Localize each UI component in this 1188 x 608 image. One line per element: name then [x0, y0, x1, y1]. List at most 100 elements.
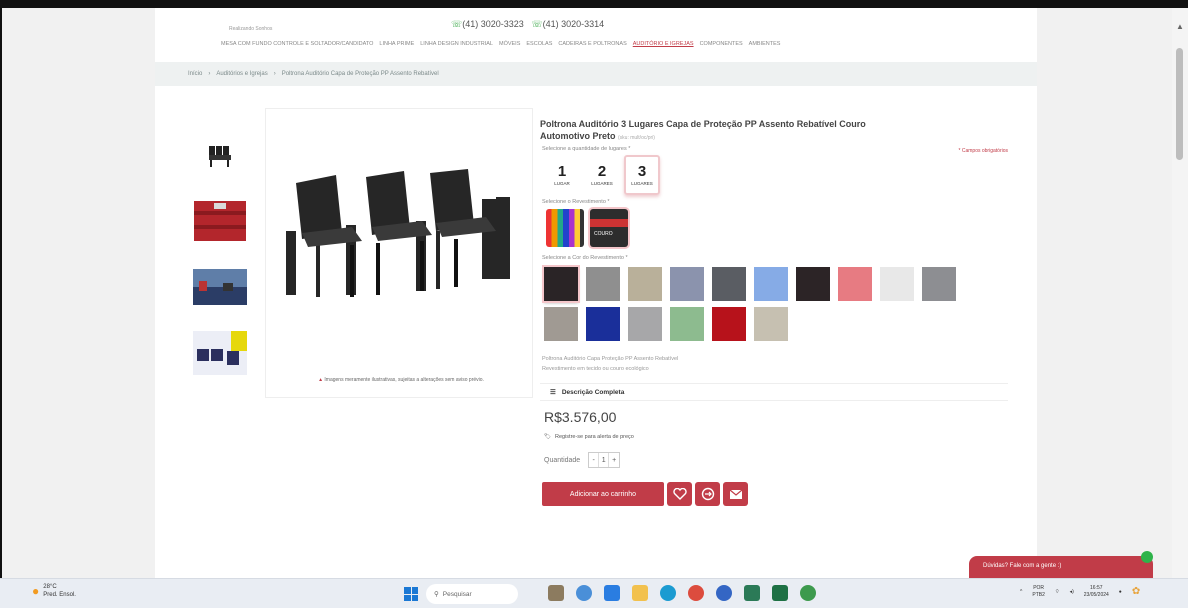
wishlist-button[interactable]	[667, 482, 692, 507]
quantity-input[interactable]: 1	[599, 453, 610, 468]
product-info: Poltrona Auditório 3 Lugares Capa de Pro…	[540, 118, 1008, 507]
color-swatch[interactable]	[586, 267, 620, 302]
calculator-app-icon[interactable]	[744, 585, 760, 601]
weather-sun-icon: ●	[32, 584, 40, 598]
seat-option[interactable]: 1 LUGAR	[544, 155, 580, 195]
color-swatch[interactable]	[670, 307, 704, 342]
thumbnail-yellow-chairs[interactable]	[191, 324, 249, 382]
color-swatch[interactable]	[670, 267, 704, 302]
explorer-app-icon[interactable]	[604, 585, 620, 601]
three-seat-chair-image	[286, 169, 510, 297]
thumbnail-red-auditorium[interactable]	[191, 192, 249, 250]
add-to-cart-button[interactable]: Adicionar ao carrinho	[542, 482, 664, 507]
site-header: Realizando Sonhos ☏(41) 3020-3323 ☏(41) …	[155, 8, 1037, 62]
nav-item[interactable]: LINHA DESIGN INDUSTRIAL	[420, 41, 493, 47]
chrome-app-icon[interactable]	[800, 585, 816, 601]
browser-top-bar	[0, 0, 1188, 8]
seat-option-number: 3	[637, 163, 647, 181]
color-swatch[interactable]	[544, 267, 578, 302]
email-button[interactable]	[723, 482, 748, 507]
breadcrumb: Início › Auditórios e Igrejas › Poltrona…	[155, 62, 1037, 86]
nav-item[interactable]: AMBIENTES	[749, 41, 781, 47]
thumbnail-chairs-dark[interactable]	[191, 126, 249, 184]
clock[interactable]: 16:57 23/05/2024	[1084, 585, 1109, 598]
nav-item[interactable]: COMPONENTES	[700, 41, 743, 47]
color-swatch[interactable]	[712, 267, 746, 302]
product-sku: (sku: mult/oc/pri)	[618, 135, 655, 142]
seat-option-number: 1	[557, 163, 567, 181]
weather-widget[interactable]: ● 28°C Pred. Ensol.	[32, 584, 76, 600]
main-product-image[interactable]: ▲ Imagens meramente ilustrativas, sujeit…	[265, 108, 533, 398]
nav-item[interactable]: MESA COM FUNDO CONTROLE E SOLTADOR/CANDI…	[221, 41, 373, 47]
window-edge	[0, 8, 2, 578]
notification-bell-icon[interactable]: ●	[1119, 589, 1122, 595]
system-tray: ^ POR PTB2 ⌔ ◂) 16:57 23/05/2024 ● ✿	[1020, 585, 1140, 598]
widget-app-icon[interactable]	[548, 585, 564, 601]
image-disclaimer: ▲ Imagens meramente ilustrativas, sujeit…	[318, 377, 484, 383]
compare-button[interactable]	[695, 482, 720, 507]
phone-1[interactable]: (41) 3020-3323	[462, 19, 524, 29]
color-app-icon[interactable]: ✿	[1132, 586, 1140, 597]
quantity-decrease-button[interactable]: -	[589, 453, 600, 468]
taskbar-search[interactable]: ⚲ Pesquisar	[426, 584, 518, 604]
scroll-up-arrow-icon[interactable]: ▲	[1176, 22, 1184, 31]
nav-item[interactable]: MÓVEIS	[499, 41, 520, 47]
seat-option[interactable]: 2 LUGARES	[584, 155, 620, 195]
color-swatch[interactable]	[880, 267, 914, 302]
windows-start-icon[interactable]	[404, 587, 418, 601]
color-swatch[interactable]	[922, 267, 956, 302]
color-swatch[interactable]	[754, 307, 788, 342]
color-swatch[interactable]	[712, 307, 746, 342]
full-description-label: Descrição Completa	[561, 388, 625, 396]
copilot-app-icon[interactable]	[576, 585, 592, 601]
breadcrumb-category[interactable]: Auditórios e Igrejas	[216, 71, 267, 77]
seat-option-number: 2	[597, 163, 607, 181]
language-indicator[interactable]: POR PTB2	[1032, 585, 1045, 598]
seat-option[interactable]: 3 LUGARES	[624, 155, 660, 196]
page-scrollbar[interactable]: ▲	[1172, 8, 1188, 578]
quantity-stepper: - 1 +	[588, 452, 621, 469]
edge-browser-icon[interactable]	[660, 585, 676, 601]
phone-2[interactable]: (41) 3020-3314	[543, 19, 605, 29]
couro-badge: COURO	[594, 231, 613, 238]
file-explorer-icon[interactable]	[632, 585, 648, 601]
web-page: Realizando Sonhos ☏(41) 3020-3323 ☏(41) …	[155, 8, 1037, 578]
chrome-browser-icon[interactable]	[688, 585, 704, 601]
phone-numbers: ☏(41) 3020-3323 ☏(41) 3020-3314	[451, 19, 604, 30]
windows-taskbar: ● 28°C Pred. Ensol. ⚲ Pesquisar ^ POR PTB…	[0, 578, 1188, 608]
color-swatches	[544, 267, 984, 342]
color-swatch[interactable]	[838, 267, 872, 302]
tray-chevron-up-icon[interactable]: ^	[1020, 589, 1022, 595]
breadcrumb-home[interactable]: Início	[188, 71, 202, 77]
wifi-icon[interactable]: ⌔	[1055, 589, 1060, 595]
nav-item[interactable]: AUDITÓRIO E IGREJAS	[633, 41, 694, 47]
revestimento-options: COURO	[546, 209, 1008, 248]
thumbnail-hall[interactable]	[191, 258, 249, 316]
chat-widget[interactable]: Dúvidas? Fale com a gente :)	[969, 556, 1153, 578]
excel-app-icon[interactable]	[772, 585, 788, 601]
quantity-increase-button[interactable]: +	[609, 453, 619, 467]
color-swatch[interactable]	[544, 307, 578, 342]
color-swatch[interactable]	[586, 307, 620, 342]
volume-icon[interactable]: ◂)	[1070, 589, 1074, 595]
weather-desc: Pred. Ensol.	[43, 591, 76, 598]
nav-item[interactable]: LINHA PRIME	[379, 41, 414, 47]
revestimento-option-tecido[interactable]	[546, 209, 584, 248]
chat-online-icon	[1141, 551, 1153, 563]
seat-options: 1 LUGAR 2 LUGARES 3 LUGARES	[544, 155, 1008, 196]
main-nav: MESA COM FUNDO CONTROLE E SOLTADOR/CANDI…	[221, 41, 780, 47]
color-swatch[interactable]	[628, 307, 662, 342]
color-swatch[interactable]	[754, 267, 788, 302]
revestimento-option-couro[interactable]: COURO	[590, 209, 628, 248]
thumbnail-list	[191, 126, 251, 390]
store-app-icon[interactable]	[716, 585, 732, 601]
seat-option-label: LUGARES	[591, 181, 613, 187]
nav-item[interactable]: ESCOLAS	[526, 41, 552, 47]
color-swatch[interactable]	[796, 267, 830, 302]
full-description-toggle[interactable]: ☰ Descrição Completa	[540, 383, 1008, 402]
price-alert-link[interactable]: 🏷 Registre-se para alerta de preço	[544, 434, 1008, 440]
color-swatch[interactable]	[628, 267, 662, 302]
required-note: * Campos obrigatórios	[958, 148, 1008, 154]
nav-item[interactable]: CADEIRAS E POLTRONAS	[558, 41, 626, 47]
scroll-thumb[interactable]	[1176, 48, 1183, 160]
